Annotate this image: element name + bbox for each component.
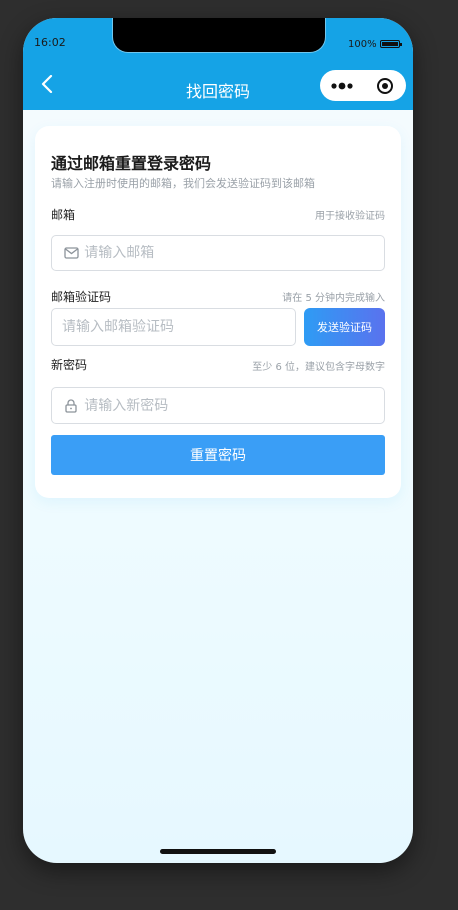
battery-percent: 100% xyxy=(348,39,377,50)
code-input[interactable] xyxy=(62,319,295,335)
battery-icon xyxy=(380,40,402,48)
nav-bar: 找回密码 xyxy=(23,58,413,110)
code-label: 邮箱验证码 xyxy=(51,290,112,304)
code-input-box[interactable] xyxy=(51,308,296,346)
more-dots-icon xyxy=(330,82,353,89)
target-circle-icon xyxy=(376,77,393,94)
email-hint: 用于接收验证码 xyxy=(315,211,385,222)
phone-frame: 16:02 100% 找回密码 通过邮箱重置登录密码 请输入注册时使用的邮箱，我… xyxy=(23,18,413,863)
card-subtitle: 请输入注册时使用的邮箱，我们会发送验证码到该邮箱 xyxy=(51,177,315,190)
close-mini-program-button[interactable] xyxy=(363,70,406,101)
email-label: 邮箱 xyxy=(51,208,76,222)
password-label: 新密码 xyxy=(51,358,88,372)
email-input-box[interactable] xyxy=(51,235,385,271)
password-input[interactable] xyxy=(84,397,384,414)
send-code-button[interactable]: 发送验证码 xyxy=(304,308,385,346)
reset-password-card: 通过邮箱重置登录密码 请输入注册时使用的邮箱，我们会发送验证码到该邮箱 邮箱 用… xyxy=(35,126,401,498)
battery-fill xyxy=(382,42,398,46)
mail-icon xyxy=(63,244,79,262)
status-bar: 16:02 100% xyxy=(23,18,413,58)
reset-password-button[interactable]: 重置密码 xyxy=(51,435,385,475)
status-time: 16:02 xyxy=(34,36,66,49)
home-indicator xyxy=(160,849,276,854)
password-input-box[interactable] xyxy=(51,387,385,424)
lock-icon xyxy=(63,397,79,415)
mini-program-capsule xyxy=(320,70,406,101)
email-input[interactable] xyxy=(84,245,384,261)
more-button[interactable] xyxy=(320,70,363,101)
camera-notch xyxy=(112,18,326,53)
card-title: 通过邮箱重置登录密码 xyxy=(51,154,212,173)
password-hint: 至少 6 位，建议包含字母数字 xyxy=(252,362,385,373)
code-hint: 请在 5 分钟内完成输入 xyxy=(282,293,385,304)
